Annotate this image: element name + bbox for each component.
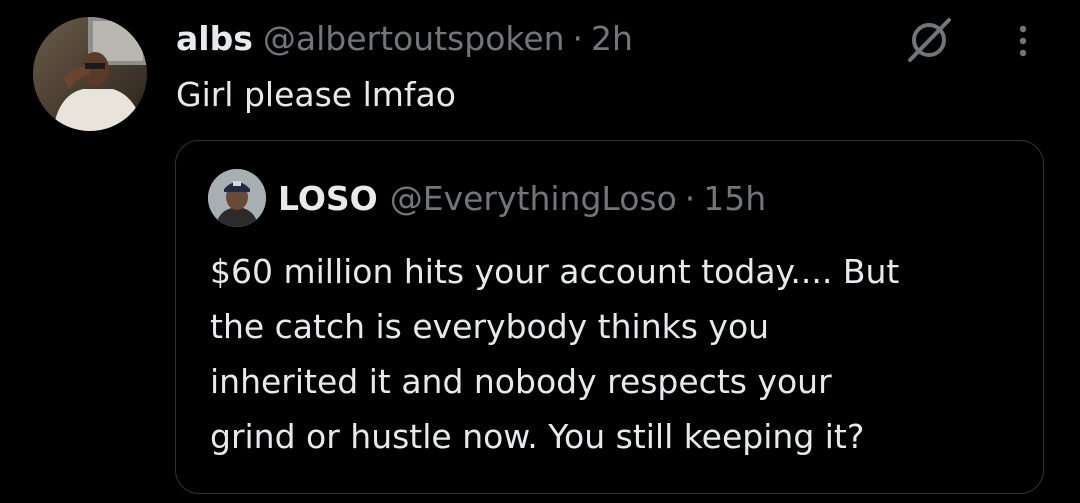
more-options-icon[interactable] (1008, 20, 1038, 62)
quoted-avatar-photo (208, 169, 266, 227)
author-display-name[interactable]: albs (176, 17, 253, 61)
avatar-photo (33, 17, 147, 131)
quoted-post-card[interactable]: LOSO @EverythingLoso · 15h $60 million h… (175, 140, 1044, 494)
quoted-text-line: the catch is everybody thinks you (210, 307, 770, 346)
quoted-post-timestamp[interactable]: 15h (703, 177, 766, 221)
quoted-post-text: $60 million hits your account today.... … (210, 244, 1020, 464)
post-header: albs @albertoutspoken · 2h (176, 17, 633, 61)
quoted-text-line: inherited it and nobody respects your (210, 362, 832, 401)
grok-icon[interactable] (902, 12, 956, 66)
quoted-text-line: $60 million hits your account today.... … (210, 252, 900, 291)
post-timestamp[interactable]: 2h (591, 17, 633, 61)
quoted-author-handle[interactable]: @EverythingLoso (390, 177, 677, 221)
quoted-author-avatar[interactable] (208, 169, 266, 227)
header-separator: · (572, 19, 584, 58)
author-avatar[interactable] (33, 17, 147, 131)
post-text: Girl please lmfao (176, 75, 456, 114)
quoted-header-separator: · (684, 179, 696, 218)
quoted-text-line: grind or hustle now. You still keeping i… (210, 417, 865, 456)
quoted-author-display-name[interactable]: LOSO (278, 177, 378, 221)
author-handle[interactable]: @albertoutspoken (263, 17, 565, 61)
quoted-post-header: LOSO @EverythingLoso · 15h (278, 177, 766, 221)
